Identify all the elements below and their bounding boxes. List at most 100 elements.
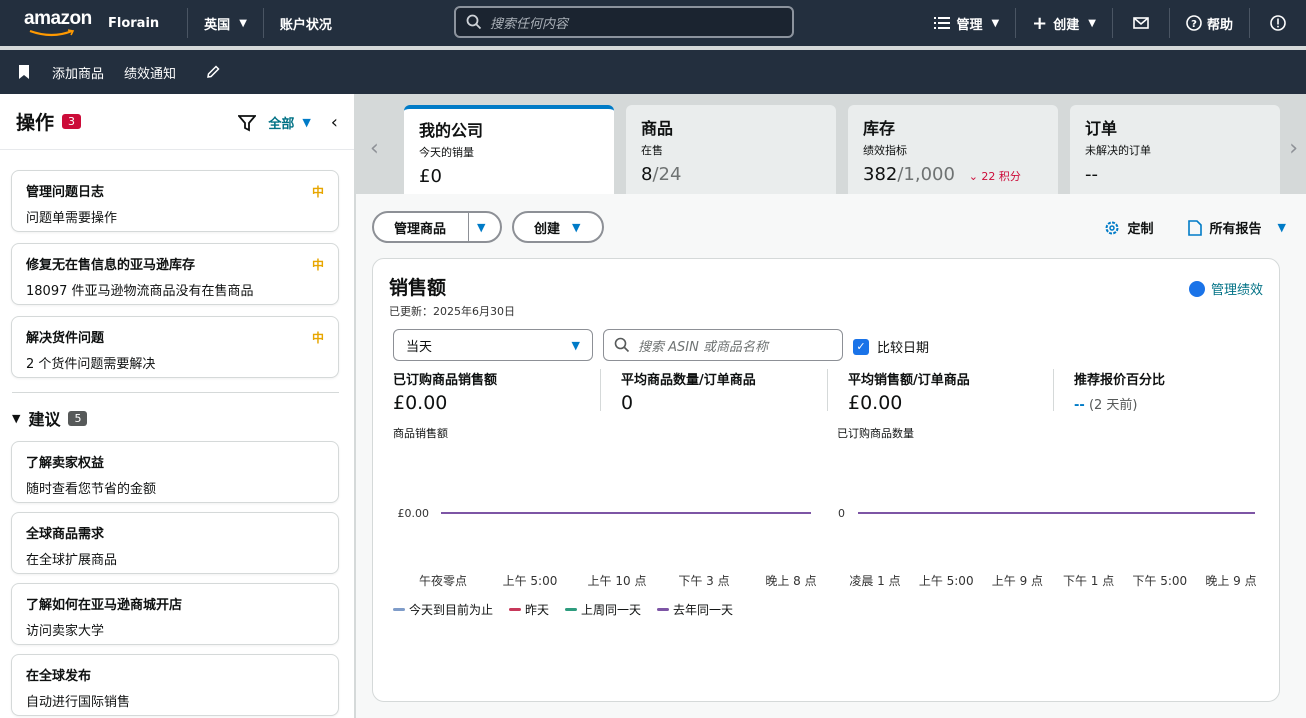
action-card[interactable]: 解决货件问题 2 个货件问题需要解决 中 xyxy=(11,316,339,378)
legend-item: 去年同一天 xyxy=(657,601,733,618)
tab-value-main: £0 xyxy=(419,166,442,187)
action-card[interactable]: 修复无在售信息的亚马逊库存 18097 件亚马逊物流商品没有在售商品 中 xyxy=(11,243,339,305)
messages-button[interactable] xyxy=(1113,0,1169,46)
tab-title: 商品 xyxy=(641,119,674,138)
legend-label: 今天到目前为止 xyxy=(409,603,494,617)
tab-products[interactable]: 商品 在售 8/24 xyxy=(626,105,836,194)
filter-all-dropdown[interactable]: 全部 xyxy=(268,113,294,132)
all-reports-dropdown[interactable]: 所有报告 xyxy=(1210,218,1262,237)
chevron-down-icon[interactable]: ▼ xyxy=(302,116,310,129)
performance-notice-link[interactable]: 绩效通知 xyxy=(124,63,176,82)
help-button[interactable]: ? 帮助 xyxy=(1170,0,1249,46)
chevron-down-icon: ⌄ xyxy=(968,170,978,183)
tab-title: 订单 xyxy=(1085,119,1118,138)
x-tick-label: 上午 9 点 xyxy=(992,574,1043,588)
x-tick-label: 下午 1 点 xyxy=(1063,574,1114,588)
tab-value-total: /1,000 xyxy=(897,164,955,185)
chevron-down-icon: ▼ xyxy=(991,17,1000,29)
sales-charts: £0.00 午夜零点 上午 5:00 上午 10 点 下午 3 点 晚上 8 点 0 凌晨 1… xyxy=(398,507,1257,588)
tab-subtitle: 未解决的订单 xyxy=(1085,144,1151,157)
score-delta: ⌄ 22 积分 xyxy=(969,170,1021,183)
y-tick-label: £0.00 xyxy=(398,507,430,520)
x-tick-label: 晚上 9 点 xyxy=(1205,574,1256,588)
account-health-link[interactable]: 账户状况 xyxy=(264,0,348,46)
action-card[interactable]: 管理问题日志 问题单需要操作 中 xyxy=(11,170,339,232)
chevron-down-icon[interactable]: ▼ xyxy=(469,221,485,234)
tab-title: 我的公司 xyxy=(419,121,484,140)
suggestions-header[interactable]: ▼ 建议 5 xyxy=(12,406,88,430)
sidebar-filter: 全部 ▼ ‹ xyxy=(238,112,338,133)
chevron-left-icon[interactable]: ‹ xyxy=(370,136,379,161)
sidebar-header: 操作 3 全部 ▼ ‹ xyxy=(0,94,354,150)
legend-item: 上周同一天 xyxy=(565,601,641,618)
logo-smile-icon xyxy=(29,29,75,37)
action-title: 管理问题日志 xyxy=(26,185,105,200)
main-content: 管理商品 ▼ 创建 ▼ 定制 所有报告 ▼ 销售额 已更新：2025年6月30日… xyxy=(356,194,1306,718)
suggestions-count-badge: 5 xyxy=(68,410,88,426)
suggestion-title: 全球商品需求 xyxy=(26,527,105,542)
tab-value: 382/1,000 ⌄ 22 积分 xyxy=(863,164,1043,185)
bookmark-icon[interactable] xyxy=(18,65,30,79)
chevron-down-icon: ▼ xyxy=(239,17,247,29)
gear-icon[interactable] xyxy=(1104,220,1120,236)
edit-pencil-icon[interactable] xyxy=(206,65,220,79)
x-tick-label: 上午 10 点 xyxy=(588,574,647,588)
suggestion-card[interactable]: 在全球发布 自动进行国际销售 xyxy=(11,654,339,716)
amazon-logo[interactable]: amazon xyxy=(24,9,94,37)
chevron-down-icon[interactable]: ▼ xyxy=(1278,221,1286,234)
suggestion-desc: 自动进行国际销售 xyxy=(26,695,131,710)
legend-label: 昨天 xyxy=(525,603,550,617)
caret-down-icon: ▼ xyxy=(12,411,21,425)
y-tick-label: 0 xyxy=(838,507,845,520)
x-tick-label: 凌晨 1 点 xyxy=(849,574,900,588)
manage-products-split-button[interactable]: 管理商品 ▼ xyxy=(372,211,502,243)
suggestion-card[interactable]: 了解如何在亚马逊商城开店 访问卖家大学 xyxy=(11,583,339,645)
chevron-down-icon: ▼ xyxy=(572,220,581,234)
x-tick-label: 上午 5:00 xyxy=(919,574,974,588)
create-dropdown-button[interactable]: 创建 ▼ xyxy=(512,211,604,243)
suggestion-title: 了解卖家权益 xyxy=(26,456,105,471)
help-icon: ? xyxy=(1186,15,1202,31)
add-product-link[interactable]: 添加商品 xyxy=(52,63,104,82)
tab-orders[interactable]: 订单 未解决的订单 -- xyxy=(1070,105,1280,194)
search-icon xyxy=(466,14,482,30)
help-label: 帮助 xyxy=(1206,17,1233,33)
filter-icon[interactable] xyxy=(238,114,257,132)
report-file-icon[interactable] xyxy=(1187,219,1202,236)
legend-label: 去年同一天 xyxy=(673,603,734,617)
chevron-right-icon[interactable]: › xyxy=(1289,136,1298,161)
tab-value-main: -- xyxy=(1085,164,1098,185)
search-input[interactable]: 搜索任何内容 xyxy=(454,6,794,38)
tab-inventory[interactable]: 库存 绩效指标 382/1,000 ⌄ 22 积分 xyxy=(848,105,1058,194)
create-label: 创建 xyxy=(534,221,561,237)
list-icon xyxy=(934,17,951,29)
priority-badge: 中 xyxy=(311,258,324,272)
suggestion-title: 了解如何在亚马逊商城开店 xyxy=(26,598,183,613)
top-nav-bar: amazon Florain 英国 ▼ 账户状况 搜索任何内容 管理 ▼ + 创建 ▼… xyxy=(0,0,1306,46)
manage-products-label[interactable]: 管理商品 xyxy=(374,218,468,237)
x-tick-label: 午夜零点 xyxy=(419,573,467,588)
tab-value-total: /24 xyxy=(652,164,682,185)
tab-title: 库存 xyxy=(863,119,896,138)
account-health-label: 账户状况 xyxy=(279,17,332,33)
legend-label: 上周同一天 xyxy=(581,603,642,617)
sidebar-title: 操作 xyxy=(16,112,55,134)
report-toolbar: 定制 所有报告 ▼ xyxy=(1104,218,1286,237)
x-tick-label: 下午 3 点 xyxy=(678,574,729,588)
tab-subtitle: 绩效指标 xyxy=(863,144,907,157)
manage-menu[interactable]: 管理 ▼ xyxy=(918,0,1015,46)
customize-button[interactable]: 定制 xyxy=(1128,218,1154,237)
create-menu[interactable]: + 创建 ▼ xyxy=(1016,0,1112,46)
suggestion-card[interactable]: 全球商品需求 在全球扩展商品 xyxy=(11,512,339,574)
divider xyxy=(12,392,339,393)
suggestion-card[interactable]: 了解卖家权益 随时查看您节省的金额 xyxy=(11,441,339,503)
store-name: Florain xyxy=(108,15,160,31)
region-dropdown[interactable]: 英国 ▼ xyxy=(188,0,263,46)
collapse-chevron-left-icon[interactable]: ‹ xyxy=(331,112,338,133)
tab-value-main: 8 xyxy=(641,164,653,185)
tab-value-main: 382 xyxy=(863,164,898,185)
info-button[interactable] xyxy=(1250,0,1306,46)
tab-my-company[interactable]: 我的公司 今天的销量 £0 xyxy=(404,105,614,194)
suggestions-title: 建议 xyxy=(28,410,61,429)
logo-text: amazon xyxy=(24,8,92,29)
